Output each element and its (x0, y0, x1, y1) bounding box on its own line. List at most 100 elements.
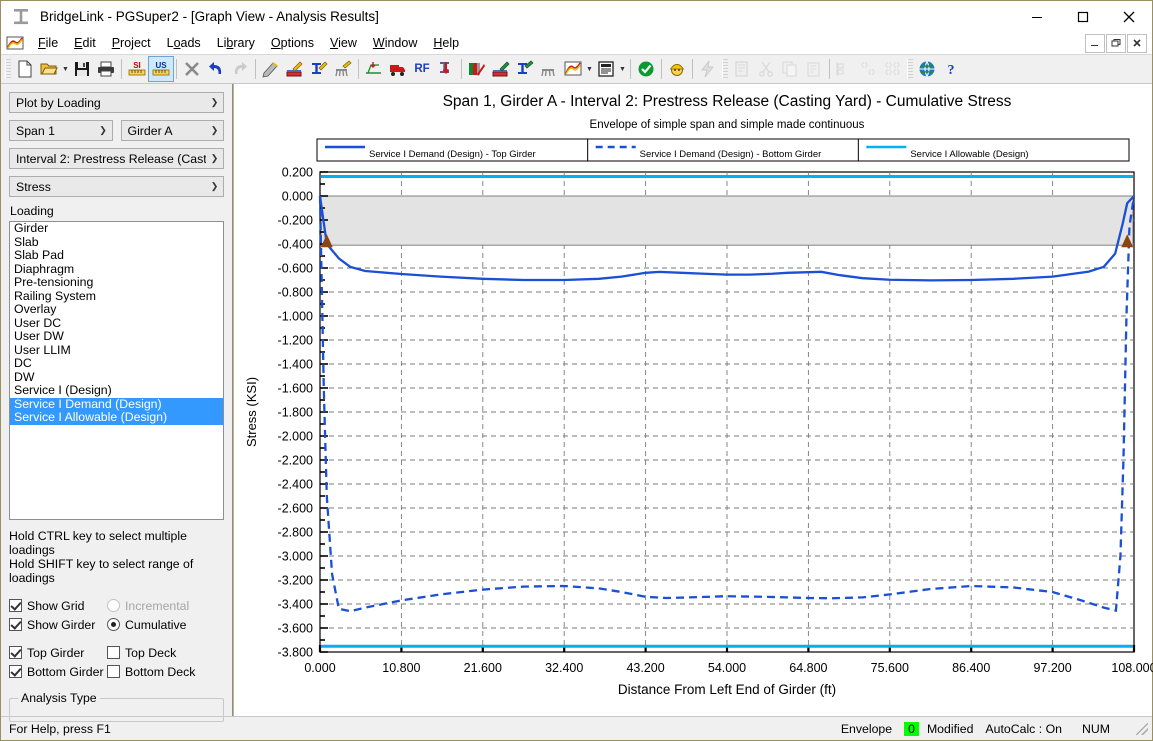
paste-icon[interactable] (802, 57, 826, 81)
edit-pier-icon[interactable] (331, 57, 355, 81)
list-item[interactable]: Diaphragm (10, 262, 223, 277)
list-item[interactable]: Railing System (10, 289, 223, 304)
cut-icon[interactable] (754, 57, 778, 81)
y-axis-label: Stress (KSI) (244, 377, 259, 447)
menu-view[interactable]: View (322, 34, 365, 53)
live-load-icon[interactable] (362, 57, 386, 81)
list-item[interactable]: Service I (Design) (10, 383, 223, 398)
span-girder-row: Span 1 ❯ Girder A ❯ (9, 120, 224, 148)
chevron-down-icon: ❯ (210, 125, 219, 135)
minimize-button[interactable] (1014, 1, 1060, 32)
delete-icon[interactable] (180, 57, 204, 81)
loading-listbox[interactable]: Girder Slab Slab Pad Diaphragm Pre-tensionin… (9, 221, 224, 520)
incremental-radio[interactable]: Incremental (107, 599, 205, 613)
web-icon[interactable] (915, 57, 939, 81)
truck-load-icon[interactable] (386, 57, 410, 81)
x-tick-label-10: 108.000 (1111, 661, 1153, 675)
save-icon[interactable] (70, 57, 94, 81)
edit-bridge-icon[interactable] (259, 57, 283, 81)
menu-project[interactable]: Project (104, 34, 159, 53)
maximize-button[interactable] (1060, 1, 1106, 32)
list-item[interactable]: User LLIM (10, 343, 223, 358)
list-item[interactable]: Girder (10, 222, 223, 236)
edit-girder-icon[interactable] (307, 57, 331, 81)
report-view-caret-icon[interactable]: ▼ (618, 57, 627, 81)
legend-label-2: Service I Allowable (Design) (910, 149, 1028, 160)
mdi-minimize-button[interactable] (1085, 33, 1105, 53)
open-dropdown-caret-icon[interactable]: ▼ (61, 57, 70, 81)
span-select[interactable]: Span 1 ❯ (9, 120, 113, 141)
graph-pane[interactable]: Span 1, Girder A - Interval 2: Prestress… (233, 84, 1153, 716)
top-deck-checkbox[interactable]: Top Deck (107, 646, 205, 660)
toolbar-separator (121, 59, 122, 79)
menu-edit[interactable]: Edit (66, 34, 104, 53)
menu-library[interactable]: Library (209, 34, 263, 53)
design-icon[interactable] (665, 57, 689, 81)
toolbar-separator (630, 59, 631, 79)
align-left-icon[interactable] (833, 57, 857, 81)
show-girder-checkbox[interactable]: Show Girder (9, 618, 107, 632)
help-icon[interactable]: ? (939, 57, 963, 81)
resize-grip[interactable] (1136, 722, 1148, 735)
us-units-icon[interactable]: US (148, 56, 174, 82)
analysis-results-graph[interactable]: Span 1, Girder A - Interval 2: Prestress… (234, 84, 1153, 714)
redo-icon[interactable] (228, 57, 252, 81)
bottom-girder-checkbox[interactable]: Bottom Girder (9, 665, 107, 679)
svg-text:US: US (155, 61, 167, 70)
top-girder-checkbox[interactable]: Top Girder (9, 646, 107, 660)
close-button[interactable] (1106, 1, 1152, 32)
edit-deck-icon[interactable] (283, 57, 307, 81)
menu-options[interactable]: Options (263, 34, 322, 53)
open-icon[interactable] (37, 57, 61, 81)
bridge-view-icon[interactable] (465, 57, 489, 81)
graph-view-caret-icon[interactable]: ▼ (585, 57, 594, 81)
analysis-icon[interactable] (696, 57, 720, 81)
list-item[interactable]: Pre-tensioning (10, 275, 223, 290)
interval-select[interactable]: Interval 2: Prestress Release (Casting Y… (9, 148, 224, 169)
undo-icon[interactable] (204, 57, 228, 81)
plot-by-select[interactable]: Plot by Loading ❯ (9, 92, 224, 113)
report-view-icon[interactable] (594, 57, 618, 81)
list-item[interactable]: User DC (10, 316, 223, 331)
menu-file[interactable]: File (30, 34, 66, 53)
toolbar-grip[interactable] (722, 59, 728, 79)
align-right-icon[interactable] (881, 57, 905, 81)
section-view-icon[interactable] (513, 57, 537, 81)
bottom-deck-label: Bottom Deck (125, 664, 196, 679)
toolbar-grip[interactable] (5, 59, 11, 79)
bottom-deck-checkbox[interactable]: Bottom Deck (107, 665, 205, 679)
list-item[interactable]: DC (10, 356, 223, 371)
align-center-icon[interactable] (857, 57, 881, 81)
incremental-label: Incremental (125, 598, 190, 613)
list-item[interactable]: Service I Allowable (Design) (10, 410, 223, 425)
menu-window[interactable]: Window (365, 34, 425, 53)
girder-select[interactable]: Girder A ❯ (120, 120, 224, 141)
checkbox-icon (9, 665, 22, 678)
mdi-close-button[interactable] (1127, 33, 1147, 53)
list-item[interactable]: Slab (10, 235, 223, 250)
pier-view-icon[interactable] (537, 57, 561, 81)
paste-special-icon[interactable] (730, 57, 754, 81)
list-item[interactable]: Slab Pad (10, 248, 223, 263)
toolbar-grip[interactable] (907, 59, 913, 79)
menu-loads[interactable]: Loads (159, 34, 209, 53)
list-item[interactable]: Overlay (10, 302, 223, 317)
rating-icon[interactable]: RF (410, 57, 434, 81)
si-units-icon[interactable]: SI (125, 57, 149, 81)
mdi-restore-button[interactable] (1106, 33, 1126, 53)
quantity-select[interactable]: Stress ❯ (9, 176, 224, 197)
design-girder-icon[interactable] (434, 57, 458, 81)
show-grid-checkbox[interactable]: Show Grid (9, 599, 107, 613)
spec-check-icon[interactable] (634, 57, 658, 81)
list-item[interactable]: DW (10, 370, 223, 385)
menu-help[interactable]: Help (425, 34, 467, 53)
list-item[interactable]: User DW (10, 329, 223, 344)
copy-icon[interactable] (778, 57, 802, 81)
graph-view-icon[interactable] (561, 57, 585, 81)
status-right-group: Envelope 0 Modified AutoCalc : On NUM (831, 721, 1148, 736)
cumulative-radio[interactable]: Cumulative (107, 618, 205, 632)
new-icon[interactable] (13, 57, 37, 81)
print-icon[interactable] (94, 57, 118, 81)
girder-view-icon[interactable] (489, 57, 513, 81)
list-item[interactable]: Service I Demand (Design) (10, 397, 223, 411)
